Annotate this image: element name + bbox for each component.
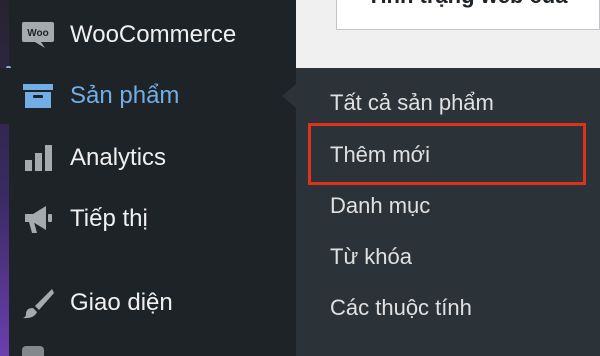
sidebar-item-label: Sản phẩm [70,82,180,109]
submenu-item-all-products[interactable]: Tất cả sản phẩm [330,90,494,116]
woo-icon: Woo [20,17,56,53]
sidebar-item-marketing[interactable]: Tiếp thị [0,191,296,247]
submenu-item-add-new[interactable]: Thêm mới [330,142,430,168]
sidebar-item-analytics[interactable]: Analytics [0,130,296,186]
submenu-pointer [282,84,296,108]
megaphone-icon [20,201,56,237]
paintbrush-icon [20,285,56,321]
sidebar-item-label: Tiếp thị [70,205,148,232]
submenu-item-categories[interactable]: Danh mục [330,193,430,219]
sidebar-item-woocommerce[interactable]: Woo WooCommerce [0,7,296,63]
sidebar-item-label: WooCommerce [70,21,237,48]
content-card: Tình trạng web của [336,0,600,30]
sidebar-item-label: Giao diện [70,289,173,316]
submenu-item-attributes[interactable]: Các thuộc tính [330,295,472,321]
submenu-item-tags[interactable]: Từ khóa [330,244,412,270]
sidebar-item-appearance[interactable]: Giao diện [0,275,296,331]
card-title: Tình trạng web của [367,0,567,9]
admin-sidebar: Woo WooCommerce Sản phẩm Analytics Tiếp … [0,0,296,356]
woo-icon-text: Woo [27,28,48,39]
next-menu-icon [22,346,44,356]
products-submenu: Tất cả sản phẩm Thêm mới Danh mục Từ khó… [296,68,600,356]
bar-chart-icon [20,140,56,176]
sidebar-item-label: Analytics [70,144,167,171]
archive-box-icon [20,78,56,114]
sidebar-item-products[interactable]: Sản phẩm [0,68,296,124]
